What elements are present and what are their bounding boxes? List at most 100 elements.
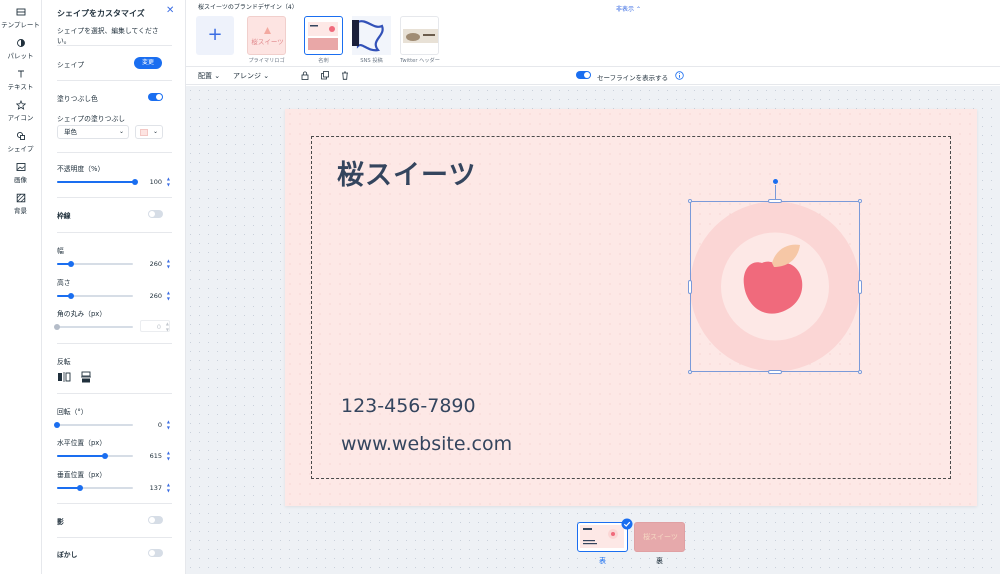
rail-palette[interactable]: パレット (0, 38, 41, 63)
lock-icon[interactable] (301, 71, 309, 80)
slider-knob[interactable] (77, 485, 83, 491)
width-label: 幅 (57, 247, 64, 255)
slider-knob[interactable] (68, 261, 74, 267)
slider-knob[interactable] (54, 422, 60, 428)
divider (57, 45, 172, 46)
image-icon (16, 163, 25, 171)
fill-label: 塗りつぶし色 (57, 95, 98, 103)
info-icon[interactable] (675, 71, 684, 80)
slider-knob[interactable] (132, 179, 138, 185)
background-icon (16, 193, 25, 203)
page-front-label[interactable]: 表 (577, 556, 628, 566)
stepper-icon[interactable]: ▲ ▼ (167, 290, 170, 302)
thumb-label: 名刺 (318, 58, 329, 64)
business-card-thumbnail (308, 22, 338, 50)
page-back-thumb[interactable]: 桜スイーツ (634, 522, 685, 552)
hide-button[interactable]: 非表示 ⌃ (616, 4, 641, 13)
divider (57, 232, 172, 233)
x-position-slider[interactable] (57, 453, 133, 459)
thumb-business-card[interactable] (304, 16, 343, 55)
chevron-up-icon: ⌃ (635, 6, 641, 13)
safe-line-toggle[interactable] (576, 71, 591, 79)
width-input[interactable]: 260 ▲ ▼ (140, 258, 170, 270)
flip-horizontal-icon[interactable] (57, 372, 71, 382)
rail-image[interactable]: 画像 (0, 162, 41, 187)
stepper-icon[interactable]: ▲ ▼ (167, 450, 170, 462)
resize-handle-bottom-left[interactable] (688, 370, 692, 374)
resize-handle-bottom-right[interactable] (858, 370, 862, 374)
stepper-icon[interactable]: ▲ ▼ (167, 419, 170, 431)
width-slider[interactable] (57, 261, 133, 267)
slider-knob[interactable] (102, 453, 108, 459)
y-position-slider[interactable] (57, 485, 133, 491)
fill-mode-select[interactable]: 単色 ⌄ (57, 125, 129, 139)
page-back-label[interactable]: 裏 (634, 556, 685, 566)
corner-radius-input[interactable]: 0 ▲ ▼ (140, 320, 170, 332)
blur-toggle[interactable] (148, 549, 163, 557)
check-icon (621, 518, 633, 530)
shape-fill-label: シェイプの塗りつぶし (57, 115, 126, 123)
rail-text[interactable]: テキスト (0, 69, 41, 94)
thumb-twitter-header[interactable] (400, 16, 439, 55)
fill-color-picker[interactable]: ⌄ (135, 125, 163, 139)
trash-icon[interactable] (341, 71, 349, 80)
resize-handle-left[interactable] (688, 280, 692, 294)
fill-toggle[interactable] (148, 93, 163, 101)
close-icon[interactable]: ✕ (166, 6, 176, 16)
corner-radius-label: 角の丸み（px） (57, 310, 107, 318)
business-card-front[interactable]: 桜スイーツ 123-456-7890 www.website.com (285, 109, 977, 506)
opacity-slider[interactable] (57, 179, 138, 185)
rail-icon[interactable]: アイコン (0, 100, 41, 125)
height-slider[interactable] (57, 293, 133, 299)
blur-label: ぼかし (57, 551, 78, 559)
rotation-slider[interactable] (54, 422, 133, 428)
thumb-primary-logo[interactable]: 桜スイーツ (247, 16, 286, 55)
shape-customize-panel: シェイプをカスタマイズ ✕ シェイプを選択、編集してください。 シェイプ 変更 … (42, 0, 186, 574)
stepper-icon: ▲ ▼ (165, 321, 169, 332)
sns-post-thumbnail (352, 16, 391, 55)
card-title-text[interactable]: 桜スイーツ (337, 153, 476, 192)
canvas-toolbar: 配置 ⌄ アレンジ ⌄ セーフラインを表示する (186, 67, 1000, 85)
resize-handle-bottom[interactable] (768, 370, 782, 374)
rail-background[interactable]: 背景 (0, 193, 41, 218)
rail-template[interactable]: テンプレート (0, 7, 41, 32)
rotation-input[interactable]: 0 ▲ ▼ (140, 419, 170, 431)
thumb-label: プライマリロゴ (248, 58, 285, 64)
border-label: 枠線 (57, 212, 71, 220)
corner-radius-slider[interactable] (54, 324, 133, 330)
change-shape-button[interactable]: 変更 (134, 57, 162, 69)
slider-knob[interactable] (68, 293, 74, 299)
border-toggle[interactable] (148, 210, 163, 218)
duplicate-icon[interactable] (321, 71, 329, 80)
palette-icon (16, 39, 25, 47)
shadow-toggle[interactable] (148, 516, 163, 524)
thumb-sns-post[interactable] (352, 16, 391, 55)
add-design-button[interactable]: + (196, 16, 234, 55)
resize-handle-top-left[interactable] (688, 199, 692, 203)
stepper-icon[interactable]: ▲ ▼ (167, 258, 170, 270)
opacity-label: 不透明度（%） (57, 165, 105, 173)
y-position-input[interactable]: 137 ▲ ▼ (140, 482, 170, 494)
divider (57, 343, 172, 344)
card-phone-text[interactable]: 123-456-7890 (341, 395, 476, 417)
height-input[interactable]: 260 ▲ ▼ (140, 290, 170, 302)
flip-vertical-icon[interactable] (81, 371, 91, 383)
resize-handle-top[interactable] (768, 199, 782, 203)
x-position-input[interactable]: 615 ▲ ▼ (140, 450, 170, 462)
rail-shape[interactable]: シェイプ (0, 131, 41, 156)
resize-handle-right[interactable] (858, 280, 862, 294)
align-menu[interactable]: アレンジ ⌄ (233, 71, 269, 81)
chevron-down-icon: ⌄ (214, 72, 221, 80)
rotation-handle[interactable] (773, 179, 778, 184)
logo-thumbnail: 桜スイーツ (251, 27, 284, 46)
stepper-icon[interactable]: ▲ ▼ (167, 176, 170, 188)
thumb-label: SNS 投稿 (360, 58, 383, 64)
opacity-input[interactable]: 100 ▲ ▼ (140, 176, 170, 188)
chevron-down-icon: ⌄ (263, 72, 270, 80)
chevron-down-icon: ⌄ (152, 128, 158, 135)
card-website-text[interactable]: www.website.com (341, 433, 512, 455)
slider-knob[interactable] (54, 324, 60, 330)
resize-handle-top-right[interactable] (858, 199, 862, 203)
arrange-menu[interactable]: 配置 ⌄ (198, 71, 220, 81)
stepper-icon[interactable]: ▲ ▼ (167, 482, 170, 494)
